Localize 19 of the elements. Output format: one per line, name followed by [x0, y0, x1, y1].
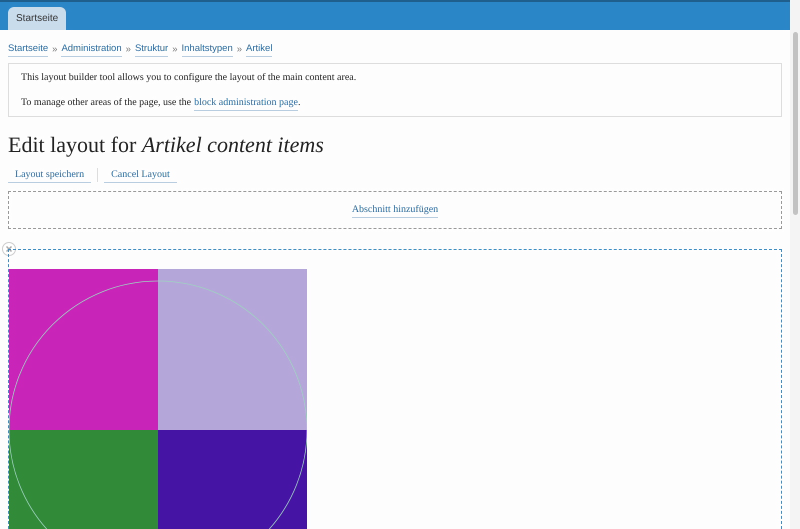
layout-action-link[interactable]: Cancel Layout	[104, 167, 177, 184]
breadcrumb-link[interactable]: Artikel	[246, 42, 272, 58]
period-text: .	[298, 96, 300, 110]
breadcrumb-link[interactable]: Administration	[61, 42, 122, 58]
breadcrumb-separator: »	[52, 42, 58, 56]
close-icon[interactable]	[2, 242, 16, 256]
add-section-link[interactable]: Abschnitt hinzufügen	[352, 202, 438, 218]
block-admin-link[interactable]: block administration page	[194, 94, 298, 111]
breadcrumb-link[interactable]: Startseite	[8, 42, 48, 58]
breadcrumb-separator: »	[236, 42, 242, 56]
breadcrumb-separator: »	[126, 42, 131, 56]
page-title: Edit layout for Artikel content items	[7, 131, 325, 160]
message-text: This layout builder tool allows you to configure the layout of the main content area.	[21, 70, 358, 85]
message-text: To manage other areas of the page, use the	[21, 96, 192, 110]
tab[interactable]: Startseite	[8, 7, 66, 30]
breadcrumb-link[interactable]: Inhaltstypen	[182, 42, 233, 58]
breadcrumb-link[interactable]: Struktur	[134, 42, 168, 58]
breadcrumb-separator: »	[172, 42, 178, 56]
layout-action-link[interactable]: Layout speichern	[8, 167, 92, 184]
